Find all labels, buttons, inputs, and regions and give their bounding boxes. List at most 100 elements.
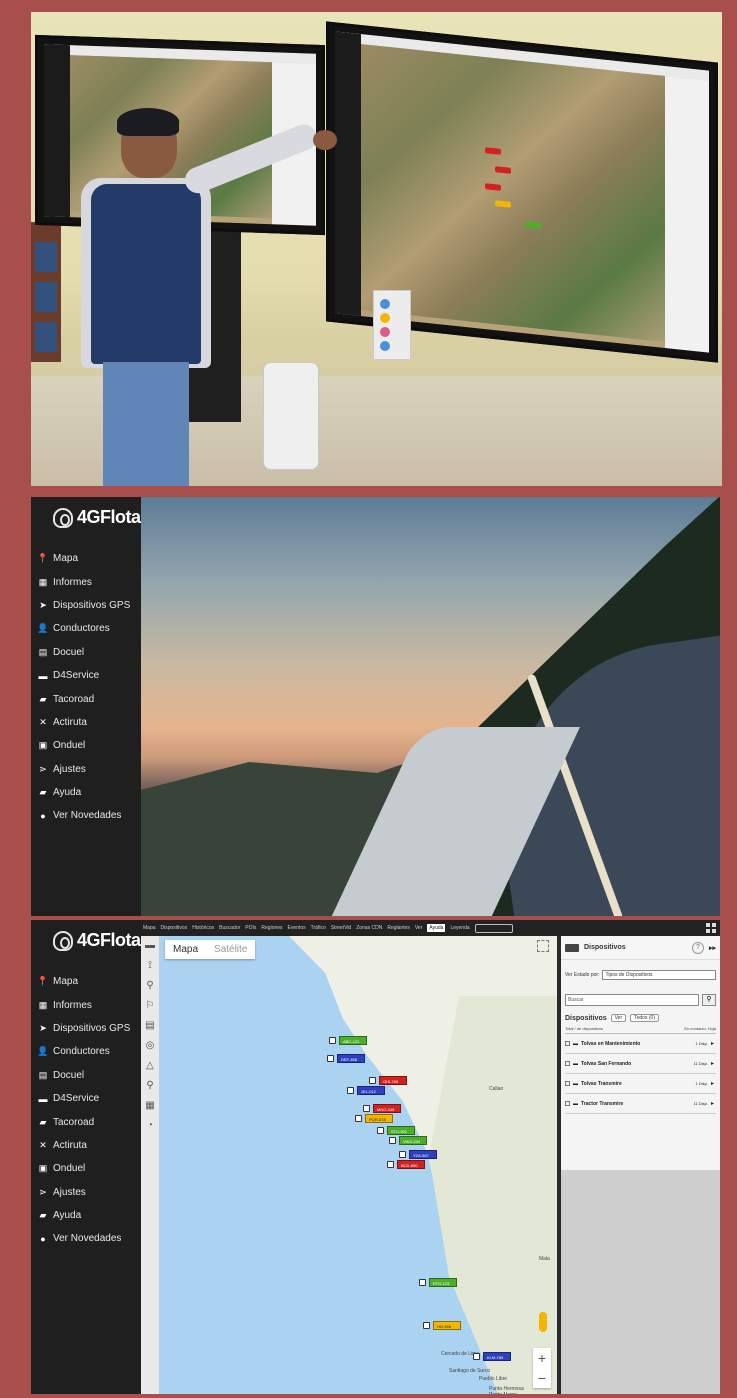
fullscreen-icon[interactable] xyxy=(537,940,549,952)
sidebar-item-tacoroad[interactable]: ▰ Tacoroad xyxy=(31,1110,141,1133)
vehicle-label-tag[interactable]: JKL-012 xyxy=(357,1086,385,1095)
pin-icon[interactable]: ⚲ xyxy=(141,1076,159,1096)
menu-item-buscador[interactable]: Buscador xyxy=(219,925,240,931)
menu-item-regiones[interactable]: Regiones xyxy=(261,925,282,931)
brand-logo[interactable]: 4GFlota xyxy=(53,930,141,951)
menu-item-pois[interactable]: POIs xyxy=(245,925,256,931)
vehicle-marker-icon[interactable] xyxy=(419,1279,426,1286)
vehicle-marker-icon[interactable] xyxy=(369,1077,376,1084)
vehicle-marker-icon[interactable] xyxy=(399,1151,406,1158)
vehicle-marker-icon[interactable] xyxy=(423,1322,430,1329)
group-checkbox[interactable] xyxy=(565,1081,570,1086)
vehicle-label-tag[interactable]: KLM-789 xyxy=(483,1352,511,1361)
vehicle-label-tag[interactable]: GHI-789 xyxy=(379,1076,407,1085)
sidebar-item-actiruta[interactable]: ✕ Actiruta xyxy=(31,1134,141,1157)
target-icon[interactable]: ◎ xyxy=(141,1036,159,1056)
vehicle-marker-icon[interactable] xyxy=(473,1353,480,1360)
sidebar-item-mapa[interactable]: 📍 Mapa xyxy=(31,970,141,993)
vehicle-label-tag[interactable]: PQR-678 xyxy=(365,1114,393,1123)
vehicle-label-tag[interactable]: VWX-234 xyxy=(399,1136,427,1145)
vehicle-marker-icon[interactable] xyxy=(389,1137,396,1144)
poi-icon[interactable]: ⚐ xyxy=(141,996,159,1016)
search-icon[interactable]: ⚲ xyxy=(141,976,159,996)
sidebar-item-ajustes[interactable]: ⋗ Ajustes xyxy=(31,758,141,781)
sidebar-item-conductores[interactable]: 👤 Conductores xyxy=(31,617,141,640)
menu-item-zonas-cdn[interactable]: Zonas CDN xyxy=(356,925,382,931)
menu-item-ver[interactable]: Ver xyxy=(415,925,423,931)
vehicle-marker-icon[interactable] xyxy=(363,1105,370,1112)
sidebar-item-informes[interactable]: ▦ Informes xyxy=(31,993,141,1016)
route-icon[interactable]: ⟟ xyxy=(141,956,159,976)
sidebar-item-docuel[interactable]: ▤ Docuel xyxy=(31,1064,141,1087)
history-icon[interactable]: ◔ xyxy=(141,1116,159,1136)
vehicle-label-tag[interactable]: EFG-123 xyxy=(429,1278,457,1287)
vehicle-label-tag[interactable]: BCD-890 xyxy=(397,1160,425,1169)
sidebar-item-onduel[interactable]: ▣ Onduel xyxy=(31,734,141,757)
search-button[interactable]: ⚲ xyxy=(702,994,716,1006)
sidebar-item-ajustes[interactable]: ⋗ Ajustes xyxy=(31,1181,141,1204)
vehicle-label-tag[interactable]: HIJ-456 xyxy=(433,1321,461,1330)
vehicle-label-tag[interactable]: YZA-567 xyxy=(409,1150,437,1159)
vehicle-label-tag[interactable]: ABC-123 xyxy=(339,1036,367,1045)
sidebar-item-docuel[interactable]: ▤ Docuel xyxy=(31,641,141,664)
device-search-input[interactable]: Buscar xyxy=(565,994,699,1006)
map-canvas[interactable]: Mapa Satélite + − Callao Cercado de Lima S… xyxy=(159,936,557,1394)
brand-logo[interactable]: 4GFlota xyxy=(53,507,141,528)
sidebar-item-ver-novedades[interactable]: ● Ver Novedades xyxy=(31,1227,141,1250)
menubar-search-box[interactable] xyxy=(474,923,513,933)
menu-item-históricos[interactable]: Históricos xyxy=(192,925,214,931)
menu-item-dispositivos[interactable]: Dispositivos xyxy=(161,925,188,931)
menu-item-reglantes[interactable]: Reglantes xyxy=(387,925,410,931)
sidebar-item-informes[interactable]: ▦ Informes xyxy=(31,570,141,593)
menu-item-leyenda[interactable]: Leyenda xyxy=(450,925,469,931)
group-checkbox[interactable] xyxy=(565,1041,570,1046)
expand-arrow-icon[interactable]: ▸ xyxy=(711,1040,714,1047)
vehicle-marker-icon[interactable] xyxy=(327,1055,334,1062)
sidebar-item-d4service[interactable]: ▬ D4Service xyxy=(31,664,141,687)
zoom-out-button[interactable]: − xyxy=(533,1368,551,1388)
sidebar-item-ver-novedades[interactable]: ● Ver Novedades xyxy=(31,804,141,827)
filter-chip-all[interactable]: Todos (0) xyxy=(630,1014,659,1022)
sidebar-item-mapa[interactable]: 📍 Mapa xyxy=(31,547,141,570)
sidebar-item-dispositivos-gps[interactable]: ➤ Dispositivos GPS xyxy=(31,1017,141,1040)
device-group-row[interactable]: ▬ Tolvas San Fernando 11 Disp. ▸ xyxy=(565,1054,716,1074)
menu-item-streetvid[interactable]: StreetVid xyxy=(331,925,351,931)
sidebar-item-onduel[interactable]: ▣ Onduel xyxy=(31,1157,141,1180)
group-checkbox[interactable] xyxy=(565,1101,570,1106)
sidebar-item-ayuda[interactable]: ▰ Ayuda xyxy=(31,1204,141,1227)
truck-icon[interactable]: ▬ xyxy=(141,936,159,956)
sidebar-item-dispositivos-gps[interactable]: ➤ Dispositivos GPS xyxy=(31,594,141,617)
device-group-row[interactable]: ▬ Tolvas en Mantenimiento 1 Disp. ▸ xyxy=(565,1034,716,1054)
menu-item-ayuda[interactable]: Ayuda xyxy=(427,924,446,932)
map-type-satellite-button[interactable]: Satélite xyxy=(206,940,255,959)
vehicle-marker-icon[interactable] xyxy=(377,1127,384,1134)
menu-item-eventos[interactable]: Eventos xyxy=(288,925,306,931)
view-status-select[interactable]: Tipos de Dispositivos xyxy=(602,970,716,980)
vehicle-marker-icon[interactable] xyxy=(355,1115,362,1122)
device-group-row[interactable]: ▬ Tractor Transmire 11 Disp. ▸ xyxy=(565,1094,716,1114)
menu-item-mapa[interactable]: Mapa xyxy=(143,925,156,931)
expand-arrow-icon[interactable]: ▸ xyxy=(711,1080,714,1087)
warning-icon[interactable]: △ xyxy=(141,1056,159,1076)
sidebar-item-ayuda[interactable]: ▰ Ayuda xyxy=(31,781,141,804)
briefcase-icon[interactable]: ▦ xyxy=(141,1096,159,1116)
expand-arrow-icon[interactable]: ▸ xyxy=(711,1060,714,1067)
vehicle-label-tag[interactable]: MNO-345 xyxy=(373,1104,401,1113)
expand-arrow-icon[interactable]: ▸ xyxy=(711,1100,714,1107)
vehicle-label-tag[interactable]: DEF-456 xyxy=(337,1054,365,1063)
vehicle-marker-icon[interactable] xyxy=(329,1037,336,1044)
sidebar-item-d4service[interactable]: ▬ D4Service xyxy=(31,1087,141,1110)
layers-icon[interactable]: ▤ xyxy=(141,1016,159,1036)
sidebar-item-tacoroad[interactable]: ▰ Tacoroad xyxy=(31,687,141,710)
street-view-pegman-icon[interactable] xyxy=(539,1312,547,1332)
device-group-row[interactable]: ▬ Tolvas Transmire 1 Disp. ▸ xyxy=(565,1074,716,1094)
menu-item-tráfico[interactable]: Tráfico xyxy=(311,925,326,931)
sidebar-item-conductores[interactable]: 👤 Conductores xyxy=(31,1040,141,1063)
zoom-in-button[interactable]: + xyxy=(533,1348,551,1368)
vehicle-marker-icon[interactable] xyxy=(347,1087,354,1094)
group-checkbox[interactable] xyxy=(565,1061,570,1066)
help-button[interactable]: ? xyxy=(691,941,704,954)
map-type-map-button[interactable]: Mapa xyxy=(165,940,206,959)
filter-chip-ver[interactable]: Ver xyxy=(610,1014,627,1022)
apps-grid-icon[interactable] xyxy=(706,923,716,933)
